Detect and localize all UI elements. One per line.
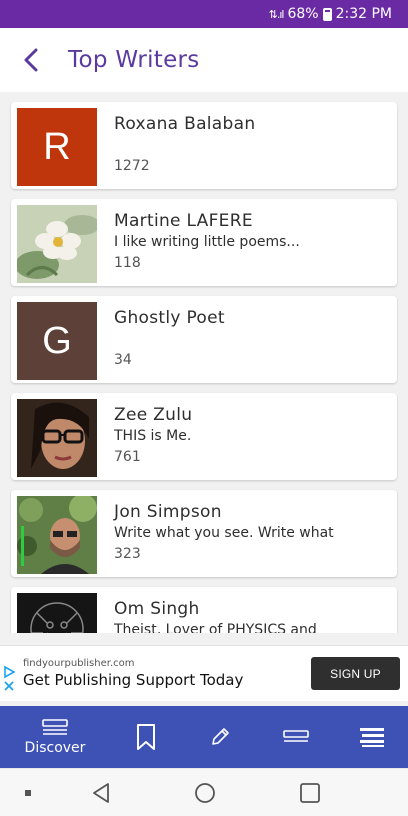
menu-icon bbox=[360, 728, 384, 747]
writer-name: Om Singh bbox=[114, 599, 200, 619]
discover-icon bbox=[42, 719, 68, 735]
pencil-icon bbox=[212, 728, 229, 745]
portrait-photo-icon bbox=[17, 496, 97, 574]
writer-card[interactable]: Zee Zulu THIS is Me. 761 bbox=[11, 393, 397, 480]
writer-name: Jon Simpson bbox=[114, 502, 222, 522]
writer-count: 761 bbox=[114, 449, 141, 465]
writer-bio: THIS is Me. bbox=[114, 428, 192, 444]
writer-card[interactable]: Jon Simpson Write what you see. Write wh… bbox=[11, 490, 397, 577]
avatar bbox=[17, 399, 97, 477]
writer-name: Martine LAFERE bbox=[114, 211, 253, 231]
avatar-letter: R bbox=[43, 125, 71, 168]
writer-card[interactable]: G Ghostly Poet 34 bbox=[11, 296, 397, 383]
back-arrow-icon bbox=[24, 48, 38, 72]
ad-headline[interactable]: Get Publishing Support Today bbox=[23, 671, 243, 689]
writer-count: 118 bbox=[114, 255, 141, 271]
status-bar: ⇅.ıl 68% 2:32 PM bbox=[0, 0, 408, 28]
page-title: Top Writers bbox=[68, 47, 200, 73]
ad-domain: findyourpublisher.com bbox=[23, 658, 135, 669]
writer-bio: Write what you see. Write what bbox=[114, 525, 334, 541]
flower-photo-icon bbox=[17, 205, 97, 283]
writer-card[interactable]: Om Singh Theist, Lover of PHYSICS and bbox=[11, 587, 397, 633]
back-button[interactable] bbox=[0, 28, 62, 92]
system-dot-icon bbox=[16, 769, 40, 816]
ad-choices[interactable] bbox=[3, 666, 15, 692]
bookmark-icon bbox=[137, 724, 155, 750]
square-recents-icon bbox=[300, 783, 320, 803]
writer-card[interactable]: R Roxana Balaban 1272 bbox=[11, 102, 397, 189]
tab-menu[interactable] bbox=[352, 706, 392, 768]
system-back-button[interactable] bbox=[86, 769, 116, 816]
ad-choices-icon bbox=[4, 666, 15, 678]
avatar: R bbox=[17, 108, 97, 186]
tab-bookmarks[interactable] bbox=[126, 706, 166, 768]
avatar bbox=[17, 205, 97, 283]
battery-percent: 68% bbox=[287, 6, 319, 22]
tab-discover-label: Discover bbox=[24, 740, 86, 756]
writer-name: Roxana Balaban bbox=[114, 114, 256, 134]
writer-bio: Theist, Lover of PHYSICS and bbox=[114, 622, 317, 633]
list-icon bbox=[283, 730, 309, 742]
writer-name: Ghostly Poet bbox=[114, 308, 225, 328]
system-nav-bar bbox=[0, 768, 408, 816]
tab-feed[interactable] bbox=[276, 706, 316, 768]
triangle-back-icon bbox=[93, 783, 109, 803]
writer-card[interactable]: Martine LAFERE I like writing little poe… bbox=[11, 199, 397, 286]
sign-up-button[interactable]: SIGN UP bbox=[311, 657, 400, 690]
ad-banner[interactable]: findyourpublisher.com Get Publishing Sup… bbox=[0, 645, 408, 701]
system-recents-button[interactable] bbox=[295, 769, 325, 816]
portrait-photo-icon bbox=[17, 399, 97, 477]
close-icon[interactable] bbox=[3, 680, 15, 692]
avatar bbox=[17, 496, 97, 574]
avatar-letter: G bbox=[42, 319, 72, 362]
writers-list[interactable]: R Roxana Balaban 1272 Martine LAFERE I l… bbox=[0, 92, 408, 633]
avatar: G bbox=[17, 302, 97, 380]
tab-discover[interactable]: Discover bbox=[14, 706, 96, 768]
writer-bio: I like writing little poems... bbox=[114, 234, 300, 250]
battery-icon bbox=[322, 7, 332, 21]
writer-name: Zee Zulu bbox=[114, 405, 193, 425]
writer-count: 323 bbox=[114, 546, 141, 562]
avatar bbox=[17, 593, 97, 633]
tab-write[interactable] bbox=[200, 706, 240, 768]
app-bar: Top Writers bbox=[0, 28, 408, 92]
clock: 2:32 PM bbox=[335, 6, 392, 22]
system-home-button[interactable] bbox=[190, 769, 220, 816]
lion-art-icon bbox=[17, 593, 97, 633]
signal-icon: ⇅.ıl bbox=[268, 7, 285, 21]
writer-count: 1272 bbox=[114, 158, 150, 174]
bottom-nav: Discover bbox=[0, 706, 408, 768]
circle-home-icon bbox=[195, 783, 215, 803]
writer-count: 34 bbox=[114, 352, 132, 368]
